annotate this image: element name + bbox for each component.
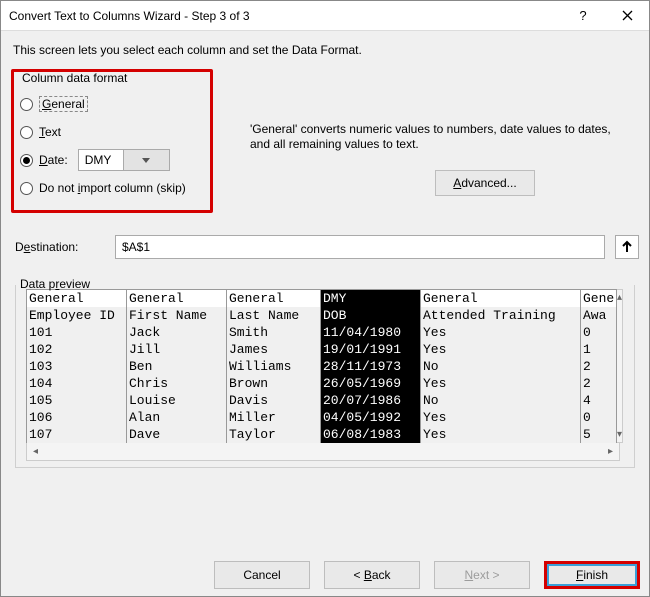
scroll-down-icon[interactable]: ▾ <box>617 427 622 442</box>
finish-button[interactable]: Finish <box>544 561 640 589</box>
grid-cell: Gene <box>581 290 617 307</box>
horizontal-scrollbar[interactable]: ◂ ▸ <box>26 443 620 461</box>
radio-text[interactable]: Text <box>20 118 204 146</box>
grid-cell: 103 <box>27 358 127 375</box>
format-legend: Column data format <box>20 71 129 85</box>
next-button: Next > <box>434 561 530 589</box>
scroll-right-icon[interactable]: ▸ <box>608 446 613 457</box>
grid-cell: 19/01/1991 <box>321 341 421 358</box>
grid-cell: 06/08/1983 <box>321 426 421 443</box>
grid-cell: No <box>421 392 581 409</box>
data-preview-group: Data preview GeneralGeneralGeneralDMYGen… <box>15 285 635 468</box>
grid-cell: Jack <box>127 324 227 341</box>
grid-cell: 0 <box>581 324 617 341</box>
grid-cell: Ben <box>127 358 227 375</box>
radio-general[interactable]: General <box>20 90 204 118</box>
radio-skip[interactable]: Do not import column (skip) <box>20 174 204 202</box>
grid-cell: 2 <box>581 358 617 375</box>
radio-date[interactable]: Date: DMY <box>20 146 204 174</box>
grid-cell: Dave <box>127 426 227 443</box>
grid-cell: 102 <box>27 341 127 358</box>
grid-cell: 1 <box>581 341 617 358</box>
grid-cell: Williams <box>227 358 321 375</box>
radio-skip-label: Do not import column (skip) <box>39 181 186 195</box>
preview-grid[interactable]: GeneralGeneralGeneralDMYGeneralGeneEmplo… <box>26 289 617 443</box>
grid-cell: 106 <box>27 409 127 426</box>
grid-cell: 4 <box>581 392 617 409</box>
grid-cell: 20/07/1986 <box>321 392 421 409</box>
radio-icon <box>20 98 33 111</box>
grid-cell: Taylor <box>227 426 321 443</box>
grid-cell: Yes <box>421 409 581 426</box>
vertical-scrollbar[interactable]: ▴ ▾ <box>617 289 623 443</box>
back-button[interactable]: < Back <box>324 561 420 589</box>
grid-cell: Yes <box>421 324 581 341</box>
radio-text-label: Text <box>39 125 61 139</box>
grid-cell: 105 <box>27 392 127 409</box>
wizard-footer: Cancel < Back Next > Finish <box>214 561 640 589</box>
intro-text: This screen lets you select each column … <box>13 43 639 57</box>
grid-cell: General <box>227 290 321 307</box>
grid-cell: 2 <box>581 375 617 392</box>
grid-cell: Last Name <box>227 307 321 324</box>
grid-cell: 26/05/1969 <box>321 375 421 392</box>
grid-cell: First Name <box>127 307 227 324</box>
grid-cell: Smith <box>227 324 321 341</box>
destination-label: Destination: <box>15 240 105 254</box>
radio-icon <box>20 126 33 139</box>
collapse-icon <box>621 240 633 254</box>
grid-cell: Louise <box>127 392 227 409</box>
close-button[interactable] <box>605 1 649 31</box>
grid-cell: 5 <box>581 426 617 443</box>
grid-cell: DOB <box>321 307 421 324</box>
grid-cell: 101 <box>27 324 127 341</box>
range-picker-button[interactable] <box>615 235 639 259</box>
column-data-format-group: Column data format General Text Date: DM… <box>11 69 213 213</box>
grid-cell: DMY <box>321 290 421 307</box>
grid-cell: Yes <box>421 341 581 358</box>
radio-date-label: Date: <box>39 153 68 167</box>
grid-cell: Awa <box>581 307 617 324</box>
grid-cell: Chris <box>127 375 227 392</box>
grid-cell: Employee ID <box>27 307 127 324</box>
destination-row: Destination: $A$1 <box>15 235 639 259</box>
help-button[interactable]: ? <box>561 1 605 31</box>
grid-cell: Yes <box>421 426 581 443</box>
grid-cell: Miller <box>227 409 321 426</box>
grid-cell: Brown <box>227 375 321 392</box>
grid-cell: General <box>421 290 581 307</box>
format-description: 'General' converts numeric values to num… <box>250 122 630 152</box>
grid-cell: 04/05/1992 <box>321 409 421 426</box>
grid-cell: 107 <box>27 426 127 443</box>
grid-cell: Attended Training <box>421 307 581 324</box>
grid-cell: General <box>127 290 227 307</box>
radio-icon <box>20 154 33 167</box>
grid-cell: Yes <box>421 375 581 392</box>
scroll-up-icon[interactable]: ▴ <box>617 290 622 305</box>
close-icon <box>622 10 633 21</box>
advanced-button[interactable]: Advanced... <box>435 170 535 196</box>
grid-cell: 104 <box>27 375 127 392</box>
date-format-value: DMY <box>79 153 124 167</box>
radio-icon <box>20 182 33 195</box>
cancel-button[interactable]: Cancel <box>214 561 310 589</box>
grid-cell: 0 <box>581 409 617 426</box>
grid-cell: No <box>421 358 581 375</box>
grid-cell: 11/04/1980 <box>321 324 421 341</box>
preview-legend: Data preview <box>16 277 94 291</box>
window-title: Convert Text to Columns Wizard - Step 3 … <box>9 9 561 23</box>
grid-cell: Alan <box>127 409 227 426</box>
destination-input[interactable]: $A$1 <box>115 235 605 259</box>
titlebar: Convert Text to Columns Wizard - Step 3 … <box>1 1 649 31</box>
radio-general-label: General <box>39 96 88 112</box>
scroll-left-icon[interactable]: ◂ <box>33 446 38 457</box>
grid-cell: Davis <box>227 392 321 409</box>
grid-cell: James <box>227 341 321 358</box>
grid-cell: 28/11/1973 <box>321 358 421 375</box>
grid-cell: General <box>27 290 127 307</box>
date-format-combo[interactable]: DMY <box>78 149 170 171</box>
chevron-down-icon[interactable] <box>123 150 169 170</box>
grid-cell: Jill <box>127 341 227 358</box>
